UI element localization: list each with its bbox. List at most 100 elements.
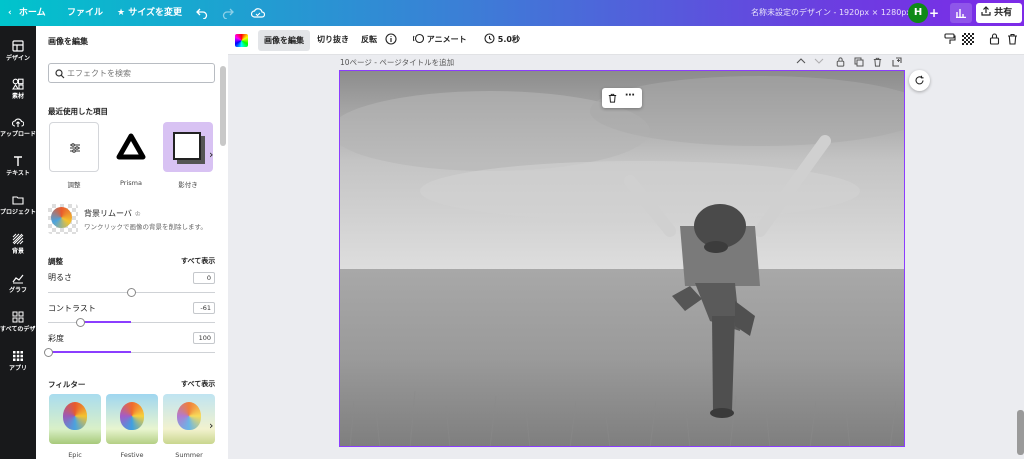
rail-item-charts[interactable]: グラフ — [0, 268, 36, 304]
page-title[interactable]: 10ページ - ページタイトルを追加 — [340, 57, 454, 68]
duplicate-icon[interactable] — [854, 57, 864, 67]
rail-label: 素材 — [11, 93, 24, 100]
brightness-label: 明るさ — [48, 273, 72, 282]
file-menu-button[interactable]: ファイル — [67, 0, 103, 26]
lock-button[interactable] — [989, 33, 1000, 47]
contrast-slider-knob[interactable] — [76, 318, 85, 327]
apps-icon — [13, 351, 23, 361]
lock-icon[interactable] — [836, 57, 845, 67]
recent-adjust-tile[interactable] — [49, 122, 99, 172]
rail-item-elements[interactable]: 素材 — [0, 74, 36, 110]
sliders-icon — [70, 143, 80, 153]
regenerate-button[interactable] — [909, 70, 930, 91]
panel-scrollbar[interactable] — [220, 66, 226, 146]
rail-label: テキスト — [6, 170, 30, 177]
recent-section-title: 最近使用した項目 — [48, 107, 108, 116]
rail-item-projects[interactable]: プロジェクト — [0, 190, 36, 226]
effect-search-input[interactable] — [67, 66, 207, 80]
bg-remover-thumb[interactable] — [48, 204, 78, 234]
filter-summer-tile[interactable] — [163, 394, 215, 444]
filters-show-all-link[interactable]: すべて表示 — [181, 379, 215, 389]
rail-label: アップロード — [0, 131, 36, 138]
redo-icon — [222, 8, 234, 20]
brightness-slider[interactable] — [48, 288, 215, 297]
resize-button[interactable]: ★ サイズを変更 — [117, 0, 182, 26]
recent-label: 影付き — [178, 181, 198, 189]
canvas-photo[interactable] — [339, 70, 905, 447]
delete-button[interactable] — [1007, 33, 1018, 47]
rail-item-all-designs[interactable]: すべてのデザ... — [0, 307, 36, 343]
document-title[interactable]: 名称未設定のデザイン - 1920px × 1280px — [751, 0, 911, 26]
animate-button[interactable]: アニメート — [412, 33, 467, 45]
rail-item-design[interactable]: デザイン — [0, 36, 36, 72]
upload-cloud-icon — [12, 118, 24, 127]
trash-icon[interactable] — [873, 57, 882, 67]
home-button[interactable]: ‹ ホーム — [8, 0, 46, 26]
avatar[interactable]: H — [908, 3, 928, 23]
folder-icon — [12, 196, 24, 205]
filter-epic-tile[interactable] — [49, 394, 101, 444]
redo-button[interactable] — [222, 0, 234, 26]
saturation-slider[interactable] — [44, 348, 215, 357]
brightness-value[interactable]: 0 — [193, 272, 215, 284]
adjust-show-all-link[interactable]: すべて表示 — [181, 256, 215, 266]
more-options-icon[interactable]: ⋯ — [625, 90, 635, 101]
canvas-scrollbar[interactable] — [1017, 410, 1024, 455]
rail-item-background[interactable]: 背景 — [0, 229, 36, 265]
chevron-up-icon[interactable] — [796, 57, 806, 65]
chevron-right-icon[interactable]: › — [209, 148, 213, 161]
star-icon: ★ — [117, 8, 126, 18]
layout-icon — [12, 40, 24, 52]
filter-festive-tile[interactable] — [106, 394, 158, 444]
recent-prisma-tile[interactable] — [106, 122, 156, 172]
color-swatch-button[interactable] — [235, 34, 248, 47]
balloon-icon — [177, 402, 201, 430]
share-button[interactable]: 共有 — [976, 3, 1022, 23]
share-icon — [981, 6, 991, 16]
recent-shadow-tile[interactable] — [163, 122, 213, 172]
animate-label: アニメート — [426, 35, 467, 44]
contrast-slider[interactable] — [48, 318, 215, 327]
info-button[interactable] — [385, 33, 397, 47]
copy-style-button[interactable] — [944, 33, 956, 47]
transparency-button[interactable] — [962, 33, 974, 45]
trash-icon[interactable] — [608, 93, 617, 103]
duration-button[interactable]: 5.0秒 — [484, 33, 520, 45]
chevron-right-icon[interactable]: › — [209, 419, 213, 432]
saturation-slider-knob[interactable] — [44, 348, 53, 357]
rail-label: すべてのデザ... — [0, 326, 36, 333]
bg-remover-desc: ワンクリックで画像の背景を削除します。 — [84, 223, 207, 231]
text-icon — [14, 156, 22, 166]
balloon-icon — [51, 207, 72, 228]
balloon-icon — [120, 402, 144, 430]
add-page-icon[interactable] — [892, 57, 902, 67]
effect-search-box[interactable] — [48, 63, 215, 83]
rail-item-text[interactable]: テキスト — [0, 151, 36, 187]
panel-title: 画像を編集 — [48, 37, 88, 46]
rail-label: 背景 — [11, 248, 24, 255]
rail-item-apps[interactable]: アプリ — [0, 346, 36, 382]
undo-button[interactable] — [196, 0, 208, 26]
recent-label: Prisma — [120, 179, 142, 187]
crop-button[interactable]: 切り抜き — [317, 34, 349, 45]
context-toolbar: 画像を編集 切り抜き 反転 アニメート 5.0秒 — [228, 26, 1024, 55]
chevron-down-icon[interactable] — [814, 57, 824, 65]
cloud-save-button[interactable] — [250, 0, 266, 26]
insights-button[interactable] — [950, 3, 972, 23]
undo-icon — [196, 8, 208, 20]
home-label: ホーム — [18, 8, 46, 18]
contrast-value[interactable]: -61 — [193, 302, 215, 314]
bg-remover-title[interactable]: 背景リムーバ ♔ — [84, 208, 141, 219]
photo-child-in-field — [340, 71, 904, 446]
element-context-menu: ⋯ — [602, 88, 642, 108]
add-member-button[interactable]: + — [929, 0, 939, 26]
saturation-value[interactable]: 100 — [193, 332, 215, 344]
rail-item-uploads[interactable]: アップロード — [0, 112, 36, 148]
brightness-slider-knob[interactable] — [127, 288, 136, 297]
trash-icon — [1008, 33, 1017, 45]
edit-image-button[interactable]: 画像を編集 — [258, 30, 310, 51]
filter-label: Epic — [68, 451, 82, 459]
left-rail: デザイン 素材 アップロード テキスト プロジェクト 背景 グラフ すべてのデザ… — [0, 26, 36, 459]
flip-button[interactable]: 反転 — [361, 34, 377, 45]
clock-icon — [484, 33, 495, 44]
